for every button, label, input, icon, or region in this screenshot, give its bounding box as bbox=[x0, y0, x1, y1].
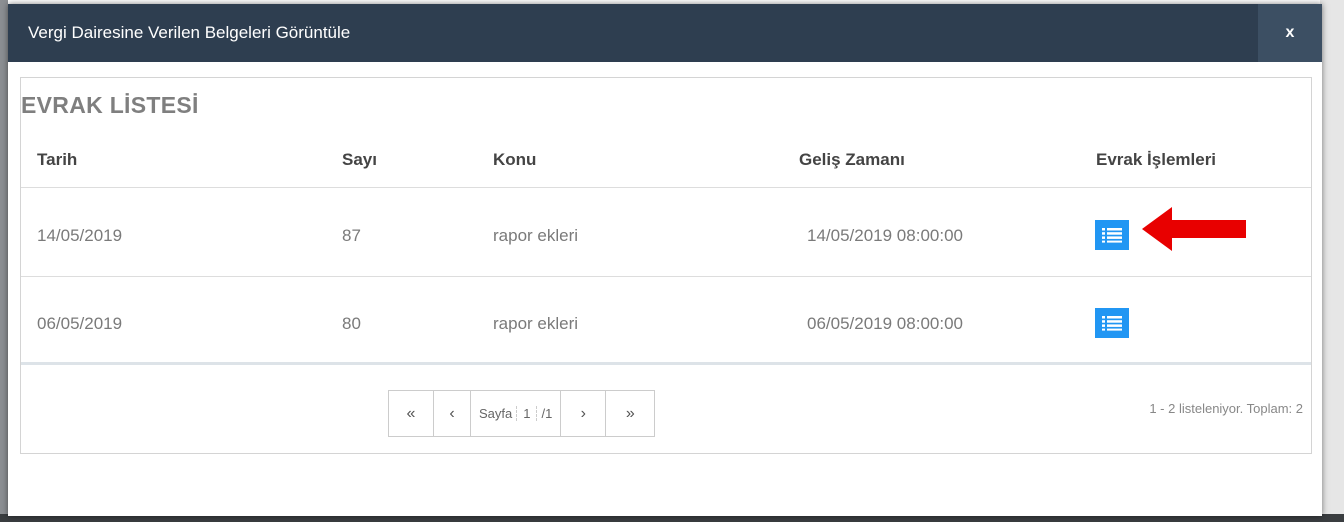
column-header-sayi: Sayı bbox=[342, 150, 377, 169]
page-label: Sayfa bbox=[479, 406, 513, 421]
cell-konu: rapor ekleri bbox=[493, 226, 579, 245]
list-icon bbox=[1102, 228, 1122, 243]
first-page-button[interactable]: « bbox=[389, 391, 434, 436]
cell-gelis-zamani: 14/05/2019 08:00:00 bbox=[807, 226, 963, 245]
last-page-button[interactable]: » bbox=[606, 391, 654, 436]
column-header-konu: Konu bbox=[493, 150, 537, 169]
document-list-panel: EVRAK LİSTESİ Tarih Sayı Konu Geliş Zama… bbox=[20, 77, 1312, 454]
cell-tarih: 06/05/2019 bbox=[37, 314, 123, 333]
cell-tarih: 14/05/2019 bbox=[37, 226, 123, 245]
column-header-gelis-zamani: Geliş Zamanı bbox=[799, 150, 905, 169]
backdrop-right bbox=[1320, 0, 1344, 522]
pagination: « ‹ Sayfa 1/1 › » bbox=[388, 390, 656, 437]
view-document-button[interactable] bbox=[1095, 308, 1129, 338]
column-header-evrak-islemleri: Evrak İşlemleri bbox=[1096, 150, 1217, 169]
row-divider bbox=[21, 276, 1311, 277]
table-footer-divider bbox=[21, 362, 1311, 365]
next-page-button[interactable]: › bbox=[561, 391, 607, 436]
modal-header: Vergi Dairesine Verilen Belgeleri Görünt… bbox=[8, 4, 1322, 62]
view-document-button[interactable] bbox=[1095, 220, 1129, 250]
page-input[interactable]: 1 bbox=[523, 406, 530, 421]
row-divider bbox=[21, 187, 1311, 188]
prev-page-button[interactable]: ‹ bbox=[434, 391, 471, 436]
documents-modal: Vergi Dairesine Verilen Belgeleri Görünt… bbox=[8, 4, 1322, 516]
page-indicator: Sayfa 1/1 bbox=[471, 391, 562, 436]
cell-sayi: 87 bbox=[342, 226, 361, 245]
cell-sayi: 80 bbox=[342, 314, 361, 333]
cell-konu: rapor ekleri bbox=[493, 314, 579, 333]
modal-title: Vergi Dairesine Verilen Belgeleri Görünt… bbox=[28, 23, 351, 42]
close-button[interactable]: x bbox=[1258, 4, 1322, 62]
panel-title: EVRAK LİSTESİ bbox=[21, 92, 199, 118]
column-header-tarih: Tarih bbox=[37, 150, 78, 169]
page-total: /1 bbox=[541, 406, 553, 421]
red-arrow-annotation-icon bbox=[1142, 207, 1246, 251]
cell-gelis-zamani: 06/05/2019 08:00:00 bbox=[807, 314, 963, 333]
pagination-info: 1 - 2 listeleniyor. Toplam: 2 bbox=[1149, 401, 1303, 416]
backdrop bbox=[0, 0, 8, 522]
list-icon bbox=[1102, 316, 1122, 331]
